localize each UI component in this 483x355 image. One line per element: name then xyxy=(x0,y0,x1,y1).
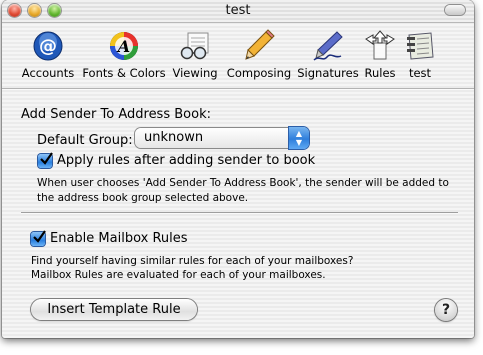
toolbar-label-rules: Rules xyxy=(364,66,396,80)
preferences-toolbar: @ Accounts A Fonts & Colors Viewing Comp… xyxy=(2,23,474,85)
toolbar-item-fonts-colors[interactable]: A Fonts & Colors xyxy=(81,29,167,85)
default-group-label: Default Group: xyxy=(37,133,133,148)
enable-mailbox-rules-label[interactable]: Enable Mailbox Rules xyxy=(50,231,188,246)
svg-text:@: @ xyxy=(39,36,57,57)
default-group-select[interactable]: unknown ▲ ▼ xyxy=(135,127,309,149)
toolbar-label-signatures: Signatures xyxy=(297,66,359,80)
default-group-value: unknown xyxy=(144,130,204,145)
pen-signature-icon xyxy=(313,31,343,61)
title-bar[interactable]: test xyxy=(2,0,474,23)
toolbar-item-signatures[interactable]: Signatures xyxy=(296,29,360,85)
apply-rules-label[interactable]: Apply rules after adding sender to book xyxy=(57,153,315,168)
toolbar-item-accounts[interactable]: @ Accounts xyxy=(19,29,77,85)
insert-template-rule-button[interactable]: Insert Template Rule xyxy=(31,299,197,320)
notepad-icon xyxy=(407,32,434,60)
preferences-window: test @ Accounts A Fonts & Colors Viewing… xyxy=(2,0,474,338)
mailbox-rules-description-line1: Find yourself having similar rules for e… xyxy=(31,255,354,267)
svg-text:A: A xyxy=(116,37,130,56)
toolbar-label-accounts: Accounts xyxy=(21,66,75,80)
toolbar-label-fonts-colors: Fonts & Colors xyxy=(82,66,166,80)
toolbar-toggle-button[interactable] xyxy=(445,5,465,15)
address-book-description: When user chooses 'Add Sender To Address… xyxy=(37,177,449,204)
address-book-heading: Add Sender To Address Book: xyxy=(21,107,211,122)
toolbar-label-test: test xyxy=(408,66,432,80)
toolbar-item-viewing[interactable]: Viewing xyxy=(170,29,220,85)
at-sign-icon: @ xyxy=(33,31,63,61)
rules-arrows-icon xyxy=(365,30,395,60)
toolbar-item-rules[interactable]: Rules xyxy=(363,29,397,85)
toolbar-divider xyxy=(2,88,474,89)
color-wheel-icon: A xyxy=(110,32,138,60)
apply-rules-checkbox[interactable] xyxy=(38,152,53,168)
checkmark-icon xyxy=(33,230,46,243)
select-arrows-icon: ▲ ▼ xyxy=(289,127,309,149)
section-divider xyxy=(21,212,458,213)
toolbar-item-test[interactable]: test xyxy=(401,29,439,85)
help-button[interactable]: ? xyxy=(435,299,457,321)
toolbar-label-viewing: Viewing xyxy=(172,66,218,80)
glasses-letter-icon xyxy=(180,32,209,60)
checkmark-icon xyxy=(40,152,53,165)
mailbox-rules-description-line2: Mailbox Rules are evaluated for each of … xyxy=(31,269,326,281)
window-title: test xyxy=(225,3,251,18)
enable-mailbox-rules-checkbox[interactable] xyxy=(31,230,46,246)
toolbar-label-composing: Composing xyxy=(226,66,292,80)
toolbar-item-composing[interactable]: Composing xyxy=(225,29,293,85)
pencil-icon xyxy=(245,29,275,60)
